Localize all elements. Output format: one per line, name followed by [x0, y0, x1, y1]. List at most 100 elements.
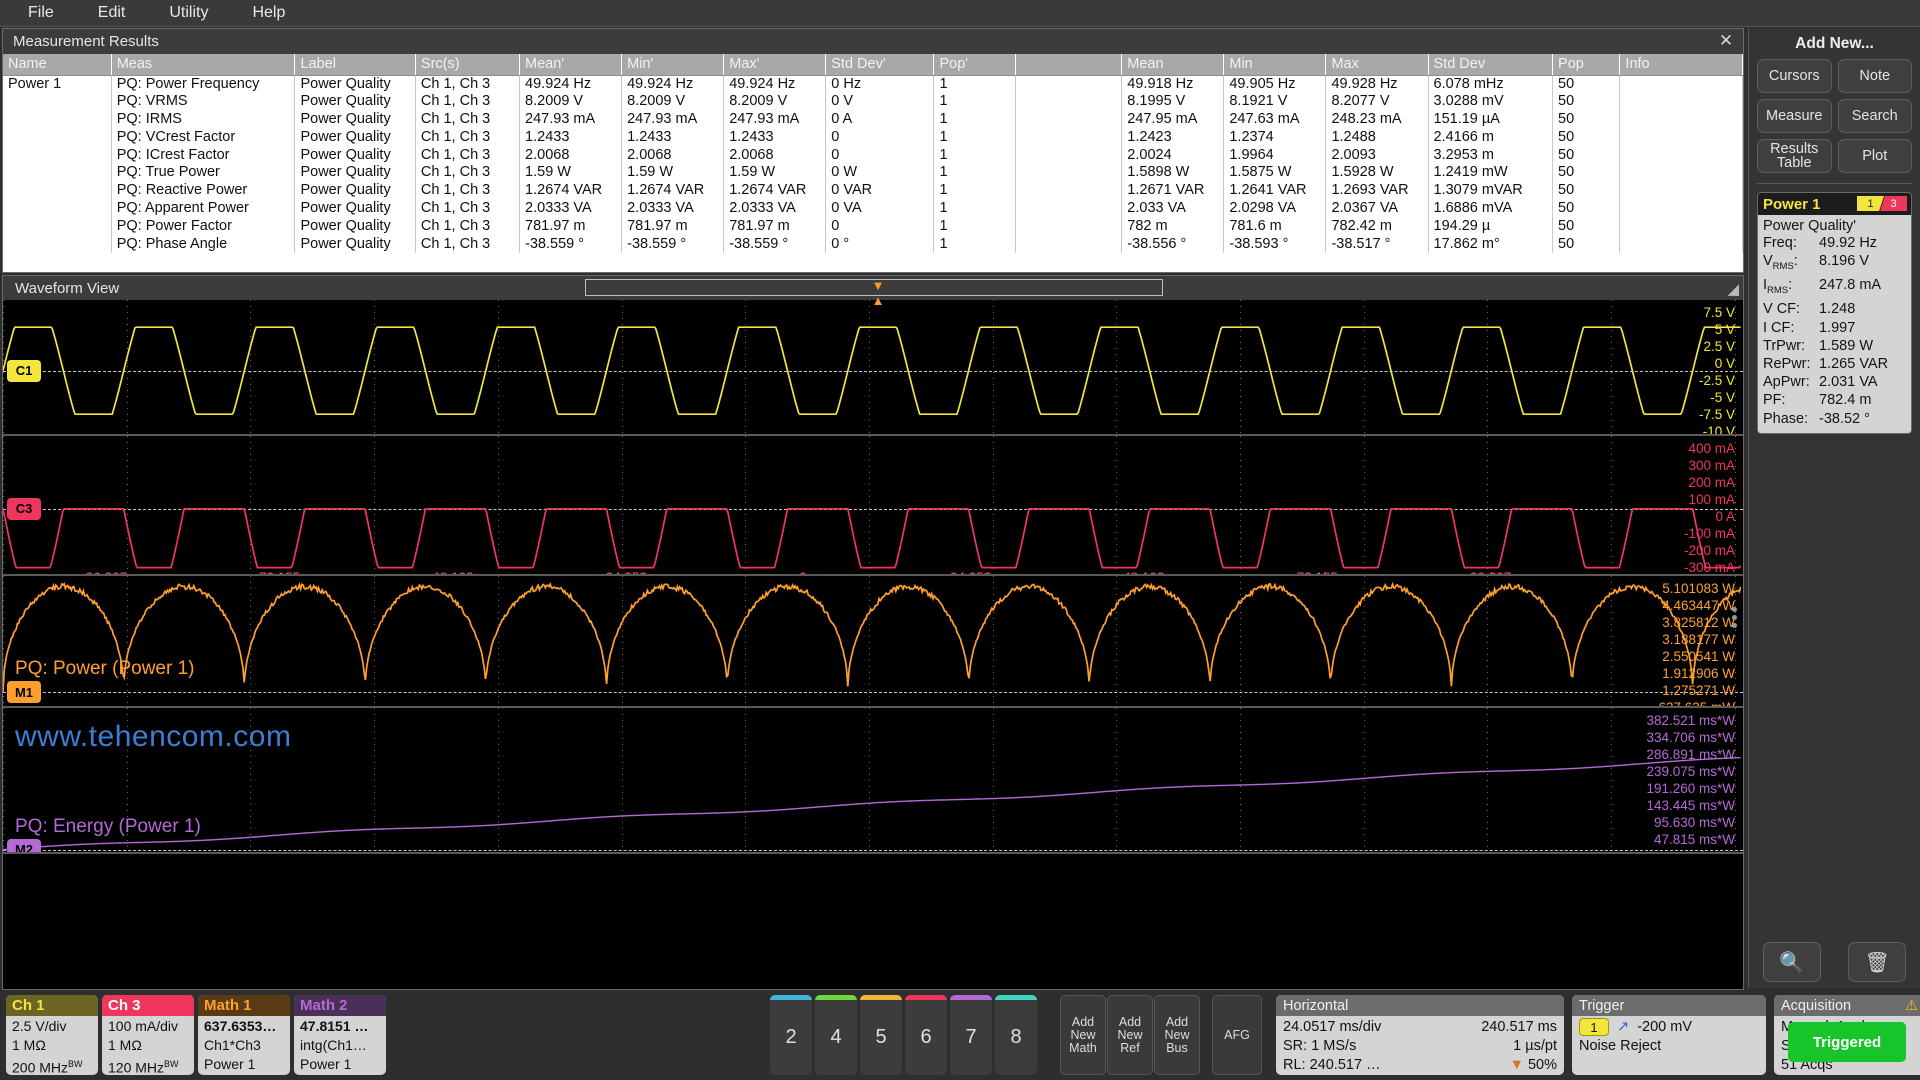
add-new-plot-button[interactable]: Plot: [1838, 139, 1913, 173]
menu-item-help[interactable]: Help: [236, 2, 301, 24]
scale-tick-label: 2.550541 W: [1658, 648, 1735, 665]
table-header-max[interactable]: Max: [1326, 54, 1428, 75]
channel-badge-settings: 100 mA/div 1 MΩ 120 MHzBW: [102, 1016, 194, 1075]
channel-badge-ch3[interactable]: Ch 3 100 mA/div 1 MΩ 120 MHzBW: [102, 995, 194, 1075]
channel-badge-m2[interactable]: M2: [7, 839, 41, 854]
waveform-slice-m1[interactable]: M1 5.101083 W 4.463447 W 3.825812 W 3.188177…: [3, 576, 1743, 708]
trigger-panel[interactable]: Trigger 1 ↗ -200 mV Noise Reject: [1572, 995, 1766, 1075]
channel-button-8[interactable]: 8: [995, 995, 1037, 1075]
trigger-position-marker[interactable]: ▼ ▲: [869, 278, 887, 322]
scale-tick-label: 7.5 V: [1699, 304, 1735, 321]
record-length: RL: 240.517 …: [1283, 1056, 1381, 1075]
channel-setting-line: Ch1*Ch3: [204, 1036, 284, 1055]
table-header-max[interactable]: Max': [724, 54, 826, 75]
horizontal-panel-body: 24.0517 ms/div 240.517 ms SR: 1 MS/s 1 µ…: [1276, 1016, 1564, 1075]
scale-tick-label: 100 mA: [1684, 491, 1735, 508]
channel-button-6[interactable]: 6: [905, 995, 947, 1075]
waveform-slices: C1 7.5 V5 V 2.5 V0 V -2.5 V -5 V -7.5 V -10 VC…: [3, 300, 1743, 989]
waveform-slice-c3[interactable]: C3 400 mA 300 mA 200 mA 100 mA 0 A -100 mA -200…: [3, 436, 1743, 576]
power-measurement-value: 247.8 mA: [1819, 276, 1906, 300]
add-new-note-button[interactable]: Note: [1838, 59, 1913, 93]
add-bus-button[interactable]: Add New Bus: [1154, 995, 1200, 1075]
channel-badge-m1[interactable]: M1: [7, 681, 41, 703]
add-new-results-table-button[interactable]: Results Table: [1757, 139, 1832, 173]
table-header-pop[interactable]: Pop': [934, 54, 1016, 75]
acquisition-panel-title: Acquisition ⚠: [1774, 995, 1920, 1016]
trash-icon[interactable]: 🗑: [1848, 942, 1906, 982]
add-new-search-button[interactable]: Search: [1838, 99, 1913, 133]
power-measurement-value: -38.52 °: [1819, 410, 1906, 428]
cell-mean: 49.918 Hz 8.1995 V 247.95 mA 1.2423 2.0024 1.…: [1122, 75, 1224, 253]
table-header-info[interactable]: Info: [1620, 54, 1743, 75]
table-header-stddev[interactable]: Std Dev': [826, 54, 934, 75]
channel-badge-c1[interactable]: C1: [7, 360, 41, 382]
watermark-text: www.tehencom.com: [15, 720, 291, 754]
power-measurement-value: 2.031 VA: [1819, 373, 1906, 391]
menu-item-file[interactable]: File: [12, 2, 70, 24]
sample-interval: 1 µs/pt: [1513, 1037, 1557, 1056]
table-header-mean[interactable]: Mean: [1122, 54, 1224, 75]
afg-button[interactable]: AFG: [1212, 995, 1262, 1075]
scale-tick-label: 0 V: [1699, 355, 1735, 372]
waveform-trace: [3, 576, 1741, 708]
scale-tick-label: 4.463447 W: [1658, 597, 1735, 614]
power-measurement-key: Freq:: [1763, 234, 1819, 252]
table-header-meas[interactable]: Meas: [111, 54, 295, 75]
power-measurement-value: 8.196 V: [1819, 252, 1906, 276]
channel-badge-name: Math 1: [198, 995, 290, 1016]
table-header-min[interactable]: Min: [1224, 54, 1326, 75]
vertical-scale-labels-c1: 7.5 V5 V 2.5 V0 V -2.5 V -5 V -7.5 V -10 V: [1699, 304, 1735, 436]
cell-pop_p: 1111111111: [934, 75, 1016, 253]
channel-badge-settings: 2.5 V/div 1 MΩ 200 MHzBW: [6, 1016, 98, 1075]
channel-badge-name: Ch 1: [6, 995, 98, 1016]
table-header-name[interactable]: Name: [3, 54, 111, 75]
channel-badge-c3[interactable]: C3: [7, 498, 41, 520]
table-header-stddev[interactable]: Std Dev: [1428, 54, 1553, 75]
add-ref-button[interactable]: Add New Ref: [1107, 995, 1153, 1075]
table-header-min[interactable]: Min': [622, 54, 724, 75]
power-badge-body: Power Quality' Freq: 49.92 Hz VRMS: 8.196 V…: [1758, 215, 1911, 433]
power-measurement-row: PF: 782.4 m: [1763, 391, 1906, 409]
trigger-state-button[interactable]: Triggered: [1788, 1022, 1906, 1062]
scale-tick-label: 0 s*W: [1646, 848, 1735, 854]
channel-badge-ch1[interactable]: Ch 1 2.5 V/div 1 MΩ 200 MHzBW: [6, 995, 98, 1075]
add-math-button[interactable]: Add New Math: [1060, 995, 1106, 1075]
add-new-cursors-button[interactable]: Cursors: [1757, 59, 1832, 93]
vertical-scale-labels-c3: 400 mA 300 mA 200 mA 100 mA 0 A -100 mA -200 m…: [1684, 440, 1735, 576]
power-badge-header: Power 1 1 3: [1758, 193, 1911, 215]
vertical-drag-handle[interactable]: [1732, 604, 1740, 631]
channel-badge-math2[interactable]: Math 2 47.8151 … intg(Ch1… Power 1: [294, 995, 386, 1075]
power-badge-card[interactable]: Power 1 1 3 Power Quality' Freq: 49.92 Hz…: [1757, 192, 1912, 434]
channel-button-7[interactable]: 7: [950, 995, 992, 1075]
waveform-view-panel: Waveform View ▼ ▲ C1 7.5 V5 V 2.5 V0 V -2.5 …: [2, 275, 1744, 990]
power-measurement-value: 1.248: [1819, 300, 1906, 318]
table-header-mean[interactable]: Mean': [520, 54, 622, 75]
channel-button-5[interactable]: 5: [860, 995, 902, 1075]
horizontal-scale: 24.0517 ms/div: [1283, 1018, 1381, 1037]
table-header-blank9[interactable]: [1016, 54, 1122, 75]
channel-setting-line: Power 1: [204, 1055, 284, 1074]
table-header-pop[interactable]: Pop: [1553, 54, 1620, 75]
power-badge-subtitle: Power Quality': [1763, 218, 1906, 234]
horizontal-panel[interactable]: Horizontal 24.0517 ms/div 240.517 ms SR:…: [1276, 995, 1564, 1075]
channel-setting-line: Power 1: [300, 1055, 380, 1074]
add-new-measure-button[interactable]: Measure: [1757, 99, 1832, 133]
scale-tick-label: -200 mA: [1684, 542, 1735, 559]
channel-button-4[interactable]: 4: [815, 995, 857, 1075]
zoom-icon[interactable]: 🔍: [1763, 942, 1821, 982]
menu-bar: File Edit Utility Help: [0, 0, 1920, 27]
waveform-slice-m2[interactable]: M2 382.521 ms*W 334.706 ms*W 286.891 ms*W 23…: [3, 708, 1743, 854]
close-icon[interactable]: ✕: [1717, 32, 1735, 50]
table-header-srcs[interactable]: Src(s): [415, 54, 519, 75]
scale-tick-label: -300 mA: [1684, 559, 1735, 576]
menu-item-edit[interactable]: Edit: [82, 2, 142, 24]
zoom-pointer-icon[interactable]: ◢: [1727, 280, 1739, 298]
menu-item-utility[interactable]: Utility: [153, 2, 224, 24]
channel-button-2[interactable]: 2: [770, 995, 812, 1075]
cell-std: 6.078 mHz 3.0288 mV 151.19 µA 2.4166 m 3.295…: [1428, 75, 1553, 253]
channel-badge-math1[interactable]: Math 1 637.6353… Ch1*Ch3 Power 1: [198, 995, 290, 1075]
table-row[interactable]: Power 1 PQ: Power Frequency PQ: VRMS PQ: IR…: [3, 75, 1743, 253]
measurement-table[interactable]: Name Meas Label Src(s) Mean' Min' Max' Std Dev'…: [3, 54, 1743, 253]
power-measurement-key: PF:: [1763, 391, 1819, 409]
table-header-label[interactable]: Label: [295, 54, 415, 75]
